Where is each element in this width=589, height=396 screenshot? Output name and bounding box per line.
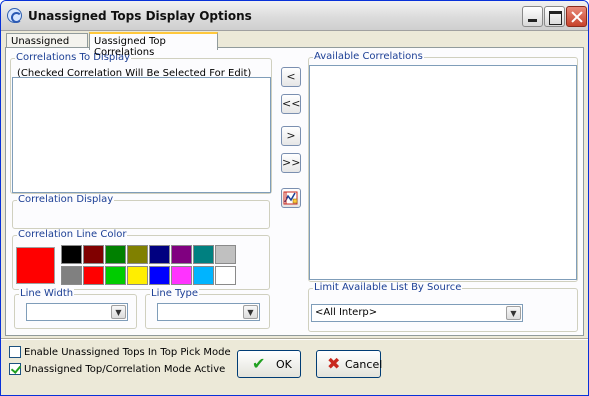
- correlation-display-label: Correlation Display: [17, 194, 115, 205]
- color-swatch[interactable]: [61, 245, 82, 264]
- dialog-window: Unassigned Tops Display Options Unassign…: [0, 0, 589, 396]
- cancel-button[interactable]: ✖ Cancel: [316, 350, 383, 378]
- limit-source-label: Limit Available List By Source: [313, 282, 463, 293]
- limit-source-value: <All Interp>: [315, 307, 378, 318]
- cancel-x-icon: ✖: [327, 354, 341, 373]
- correlation-properties-button[interactable]: [281, 188, 301, 208]
- color-swatch[interactable]: [171, 245, 192, 264]
- tab-unassigned-tops[interactable]: Unassigned Tops: [6, 33, 88, 58]
- limit-source-dropdown[interactable]: <All Interp> ▼: [311, 304, 523, 322]
- available-correlations-label: Available Correlations: [313, 51, 424, 62]
- mode-active-checkbox[interactable]: [9, 363, 21, 375]
- color-swatch[interactable]: [149, 245, 170, 264]
- mode-active-label[interactable]: Unassigned Top/Correlation Mode Active: [24, 364, 225, 375]
- line-width-label: Line Width: [19, 288, 75, 299]
- title-bar[interactable]: Unassigned Tops Display Options: [1, 1, 588, 31]
- correlation-display-group: Correlation Display: [12, 194, 270, 229]
- maximize-button[interactable]: [544, 6, 565, 27]
- move-all-left-button[interactable]: <<: [281, 94, 301, 114]
- tab-unassigned-top-correlations[interactable]: Uassigned Top Correlations: [89, 32, 218, 58]
- line-color-label: Correlation Line Color: [17, 229, 128, 240]
- color-swatch[interactable]: [61, 266, 82, 285]
- correlations-list[interactable]: [12, 77, 271, 193]
- enable-top-pick-label[interactable]: Enable Unassigned Tops In Top Pick Mode: [24, 347, 231, 358]
- line-type-label: Line Type: [150, 288, 199, 299]
- close-button[interactable]: [566, 6, 587, 27]
- chevron-down-icon[interactable]: ▼: [243, 305, 258, 319]
- color-swatch[interactable]: [215, 245, 236, 264]
- selected-color-swatch: [16, 247, 55, 284]
- available-correlations-list[interactable]: [309, 65, 577, 280]
- move-right-button[interactable]: >: [281, 126, 301, 146]
- color-swatch[interactable]: [193, 245, 214, 264]
- color-swatch[interactable]: [127, 245, 148, 264]
- color-swatch[interactable]: [171, 266, 192, 285]
- ok-label: OK: [276, 358, 292, 371]
- move-left-button[interactable]: <: [281, 67, 301, 87]
- color-swatch[interactable]: [105, 245, 126, 264]
- checkmark-icon: ✔: [252, 354, 266, 373]
- minimize-button[interactable]: [522, 6, 543, 27]
- chart-edit-icon: [283, 191, 298, 205]
- color-swatch[interactable]: [83, 266, 104, 285]
- footer-separator-highlight: [1, 339, 588, 340]
- app-icon: [7, 8, 22, 23]
- color-swatch[interactable]: [149, 266, 170, 285]
- chevron-down-icon[interactable]: ▼: [111, 305, 126, 319]
- color-swatch[interactable]: [127, 266, 148, 285]
- window-title: Unassigned Tops Display Options: [28, 9, 252, 23]
- color-swatch[interactable]: [215, 266, 236, 285]
- color-swatch[interactable]: [105, 266, 126, 285]
- move-all-right-button[interactable]: >>: [281, 153, 301, 173]
- color-swatch[interactable]: [83, 245, 104, 264]
- line-type-dropdown[interactable]: ▼: [157, 303, 260, 321]
- enable-top-pick-checkbox[interactable]: [9, 346, 21, 358]
- line-width-dropdown[interactable]: ▼: [26, 303, 128, 321]
- cancel-label: Cancel: [345, 358, 383, 371]
- chevron-down-icon[interactable]: ▼: [506, 306, 521, 320]
- ok-button[interactable]: ✔ OK: [237, 350, 301, 378]
- color-swatch[interactable]: [193, 266, 214, 285]
